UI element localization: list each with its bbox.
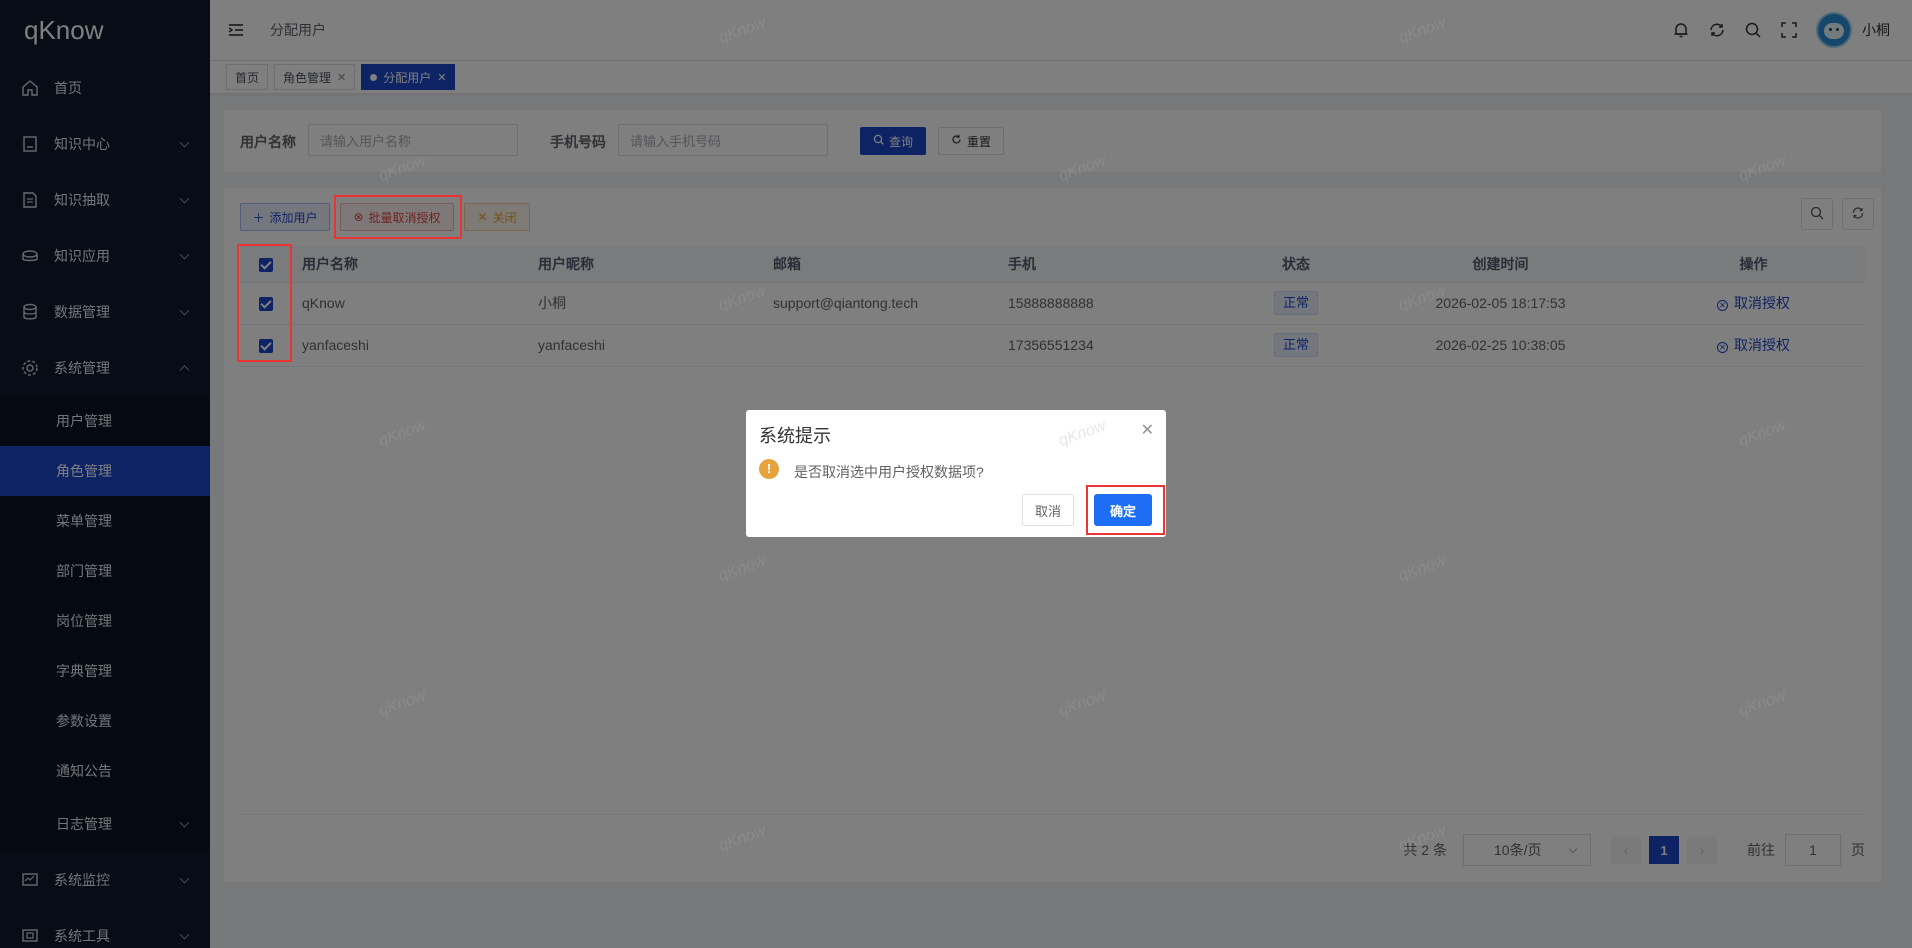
dialog-confirm-button[interactable]: 确定 — [1094, 494, 1152, 526]
dialog-message: 是否取消选中用户授权数据项? — [794, 464, 984, 480]
dialog-title: 系统提示 — [759, 426, 831, 446]
warning-icon: ! — [759, 459, 779, 479]
close-icon[interactable]: ✕ — [1141, 420, 1154, 440]
dialog-cancel-button[interactable]: 取消 — [1022, 494, 1074, 526]
confirm-dialog: 系统提示 ✕ ! 是否取消选中用户授权数据项? 取消 确定 — [746, 410, 1166, 537]
